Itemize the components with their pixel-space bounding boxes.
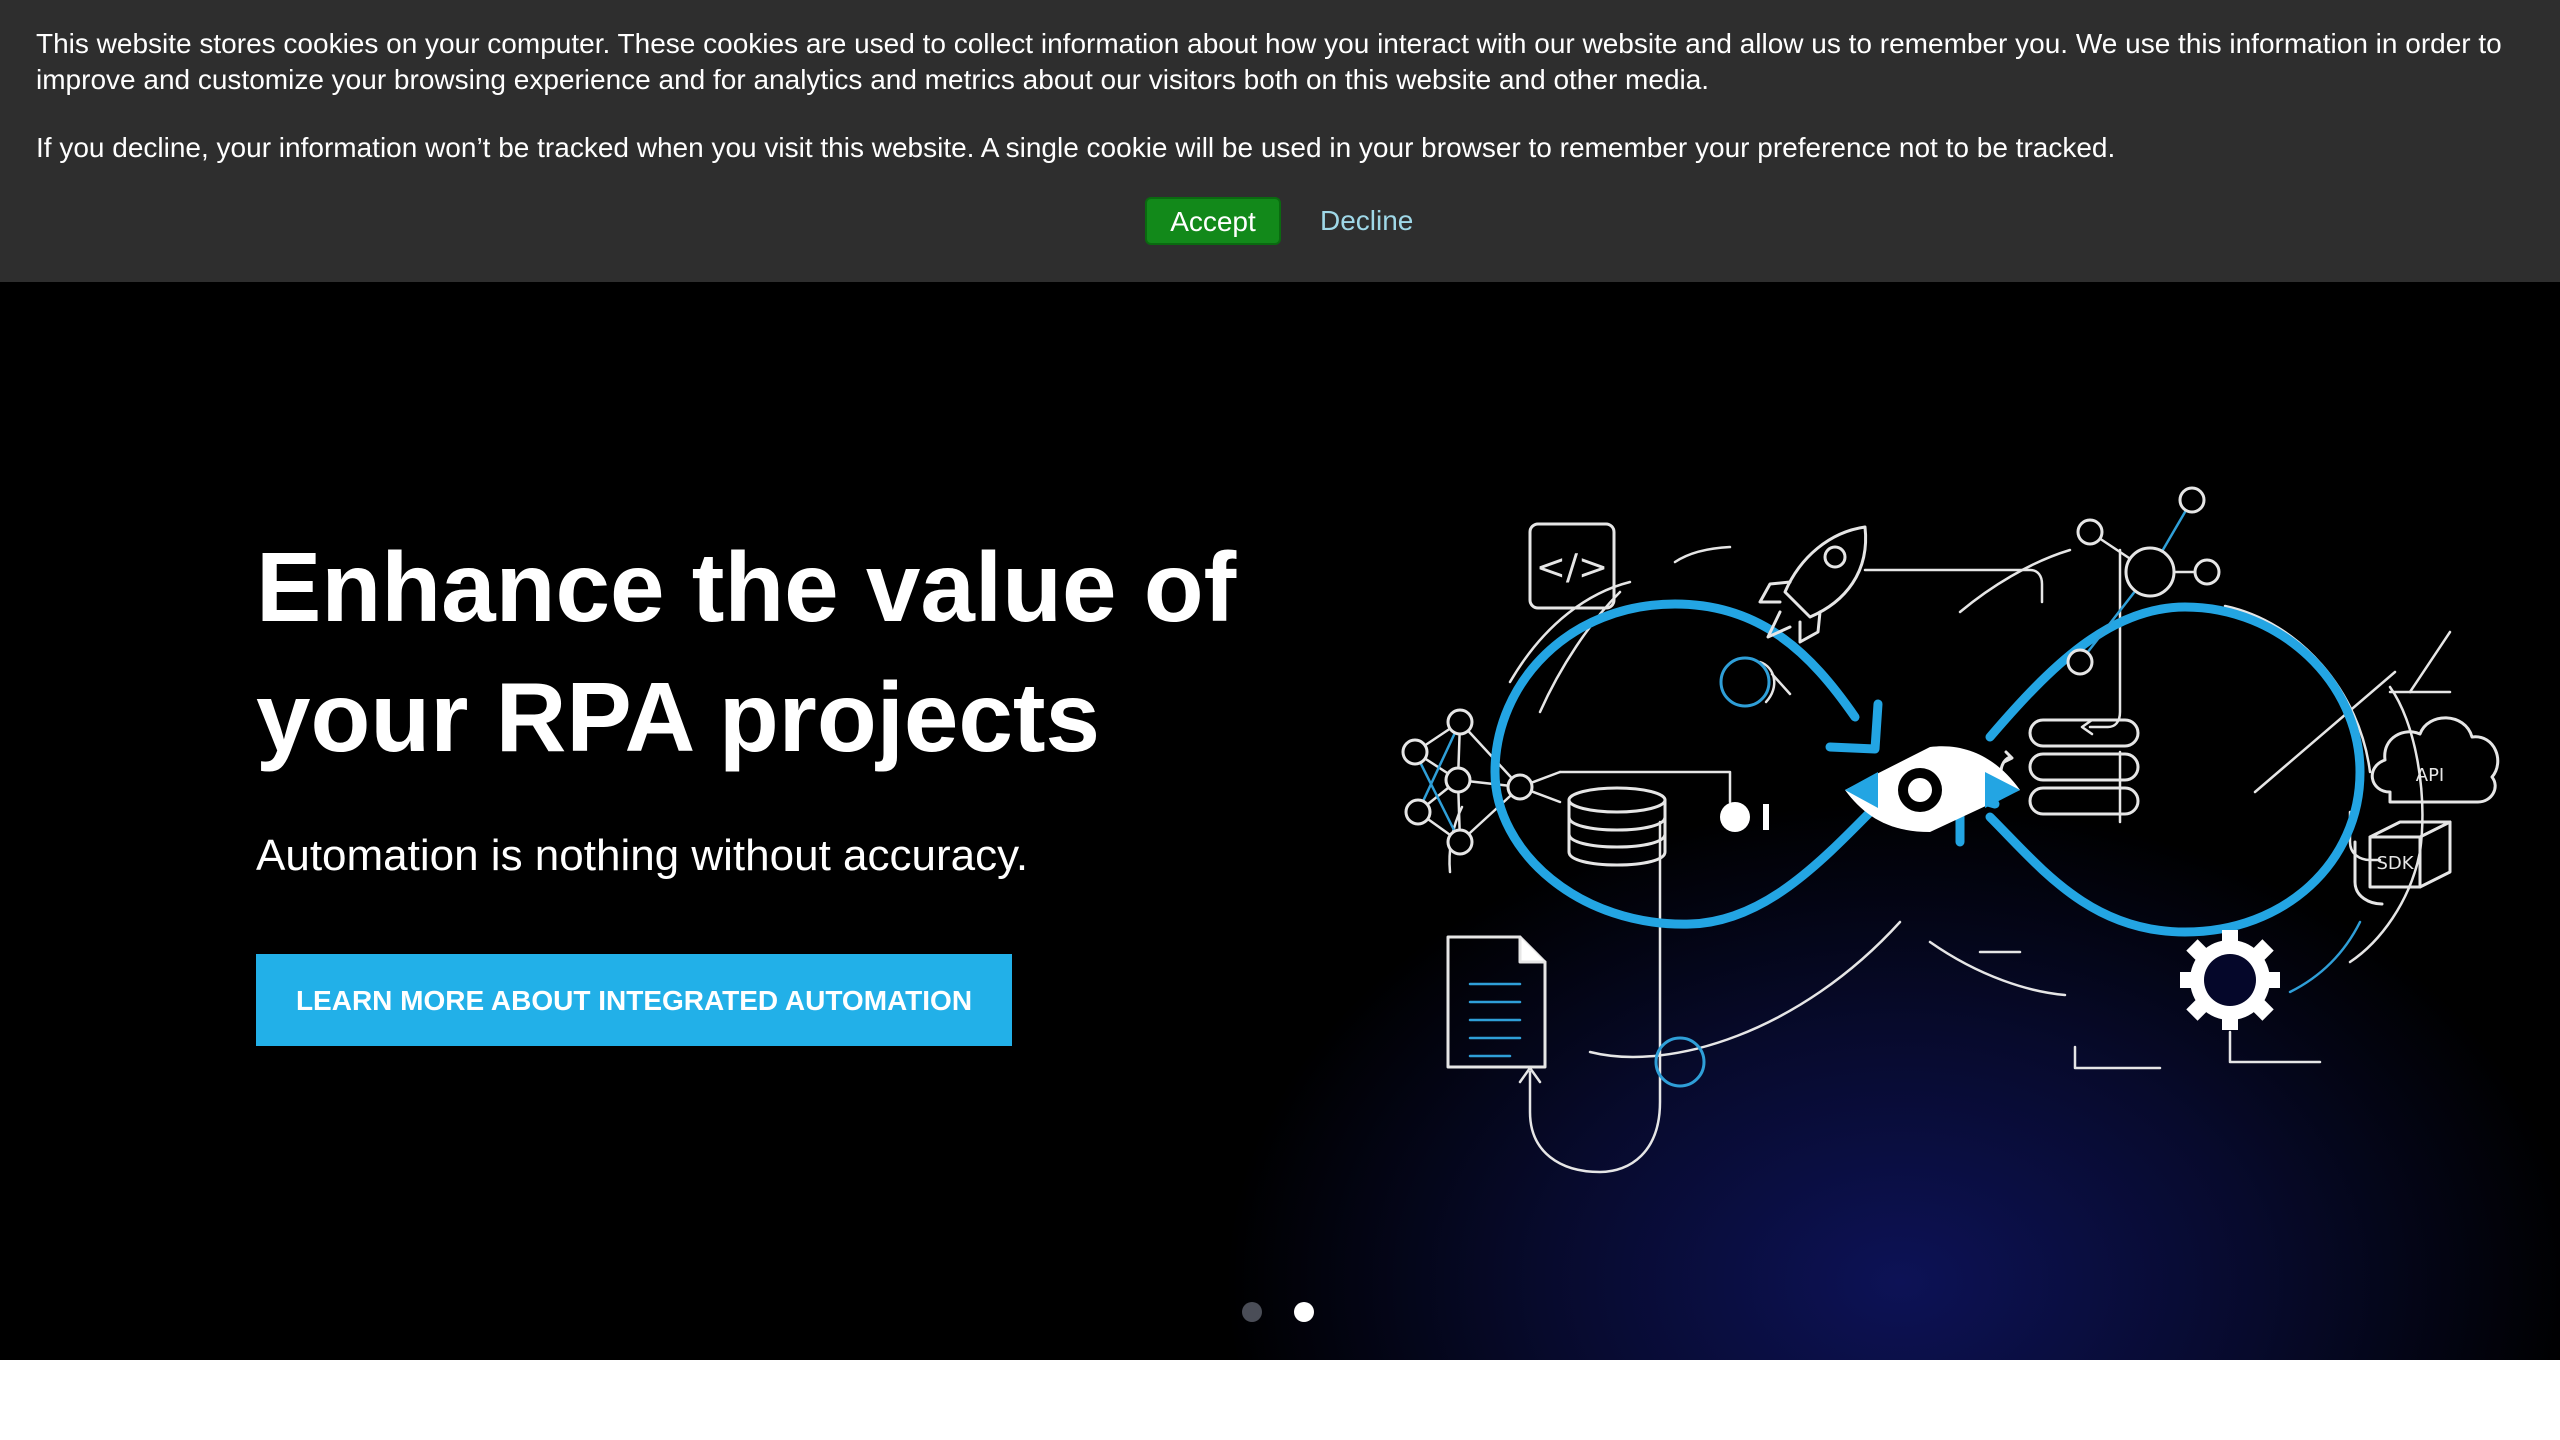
cookie-notice-text: This website stores cookies on your comp…	[36, 28, 2502, 95]
gear-icon	[2180, 920, 2362, 1064]
rocket-icon	[1758, 525, 1868, 644]
cloud-icon: API	[2370, 716, 2500, 804]
database-icon	[1567, 786, 1667, 867]
carousel-dot-1[interactable]	[1242, 1302, 1262, 1322]
decline-cookies-button[interactable]: Decline	[1300, 197, 1433, 245]
carousel-dot-2[interactable]	[1294, 1302, 1314, 1322]
automation-illustration: </> API SDK	[1401, 486, 2500, 1174]
cookie-actions: Accept Decline	[0, 197, 2560, 245]
svg-text:SDK: SDK	[2376, 853, 2414, 874]
code-icon: </>	[1528, 522, 1616, 610]
sdk-cube-icon: SDK	[2353, 820, 2452, 906]
refresh-icon	[1654, 656, 1771, 1088]
svg-text:API: API	[2416, 765, 2444, 786]
svg-text:</>: </>	[1536, 547, 1608, 588]
learn-more-button[interactable]: LEARN MORE ABOUT INTEGRATED AUTOMATION	[256, 954, 1012, 1046]
connector-lines	[1448, 545, 2452, 1174]
status-dot-icon	[1720, 802, 1769, 832]
cookie-decline-info-text: If you decline, your information won’t b…	[36, 132, 2116, 163]
hero-subtitle: Automation is nothing without accuracy.	[256, 831, 1029, 880]
page-content-below-hero	[0, 1360, 2560, 1440]
document-icon	[1446, 935, 1547, 1069]
network-icon	[1401, 708, 1562, 856]
accept-cookies-button[interactable]: Accept	[1145, 197, 1281, 245]
hero-title: Enhance the value of your RPA projects	[256, 532, 1237, 772]
hero-banner: Enhance the value of your RPA projects A…	[0, 282, 2560, 1360]
cookie-banner: This website stores cookies on your comp…	[0, 0, 2560, 282]
carousel-indicators	[1242, 1302, 1322, 1322]
hub-network-icon	[2066, 486, 2221, 676]
server-stack-icon	[1999, 718, 2140, 816]
